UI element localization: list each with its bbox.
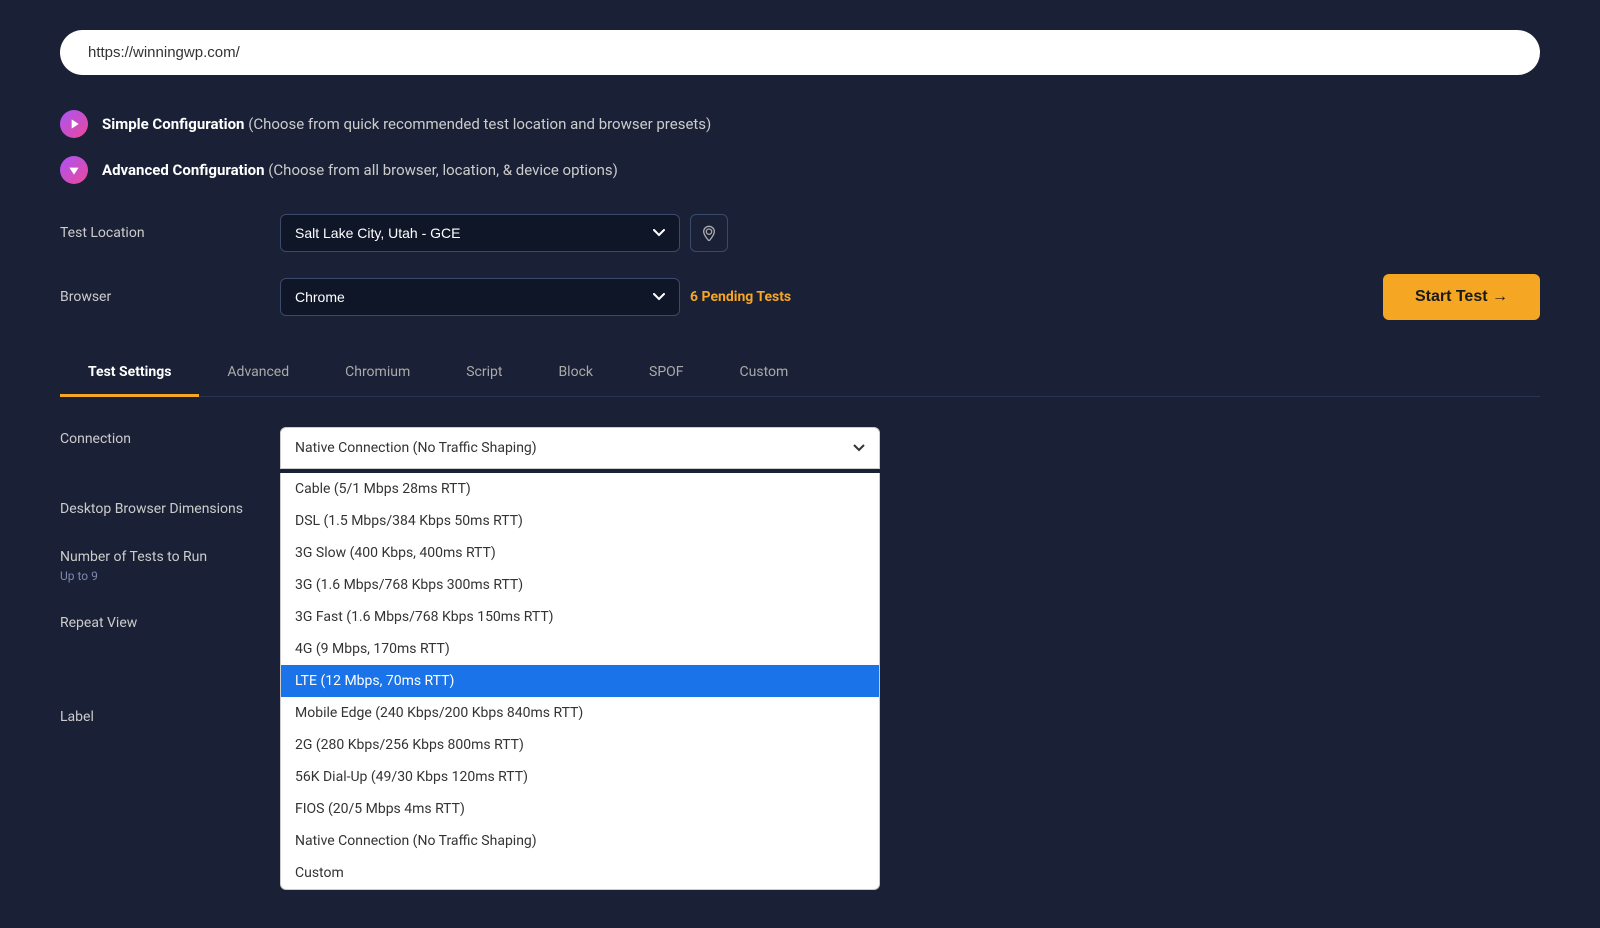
connection-label: Connection — [60, 427, 260, 447]
number-of-tests-label: Number of Tests to Run Up to 9 — [60, 545, 260, 583]
advanced-config-icon[interactable] — [60, 156, 88, 184]
connection-option-3g-slow[interactable]: 3G Slow (400 Kbps, 400ms RTT) — [281, 537, 879, 569]
advanced-config-desc: (Choose from all browser, location, & de… — [268, 161, 618, 179]
capture-video-label-spacer — [60, 659, 260, 663]
pending-tests-badge: 6 Pending Tests — [690, 289, 791, 305]
connection-option-cable[interactable]: Cable (5/1 Mbps 28ms RTT) — [281, 473, 879, 505]
connection-row: Connection Native Connection (No Traffic… — [60, 427, 1540, 469]
connection-dropdown-wrapper: Native Connection (No Traffic Shaping) C… — [280, 427, 880, 469]
tab-spof[interactable]: SPOF — [621, 350, 712, 397]
browser-row-right: Chrome 6 Pending Tests Start Test → — [280, 274, 1540, 320]
number-of-tests-title: Number of Tests to Run — [60, 549, 207, 565]
simple-config-label: Simple Configuration (Choose from quick … — [102, 115, 711, 133]
tab-block[interactable]: Block — [530, 350, 621, 397]
tabs: Test Settings Advanced Chromium Script B… — [60, 350, 1540, 396]
connection-option-3g[interactable]: 3G (1.6 Mbps/768 Kbps 300ms RTT) — [281, 569, 879, 601]
advanced-config-row: Advanced Configuration (Choose from all … — [60, 156, 1540, 184]
connection-option-3g-fast[interactable]: 3G Fast (1.6 Mbps/768 Kbps 150ms RTT) — [281, 601, 879, 633]
repeat-view-label: Repeat View — [60, 611, 260, 631]
connection-current-value: Native Connection (No Traffic Shaping) — [295, 440, 537, 456]
connection-option-native[interactable]: Native Connection (No Traffic Shaping) — [281, 825, 879, 857]
url-bar-container — [60, 30, 1540, 75]
test-location-control-group: Salt Lake City, Utah - GCE — [280, 214, 728, 252]
simple-config-icon[interactable] — [60, 110, 88, 138]
simple-config-title: Simple Configuration — [102, 115, 244, 133]
settings-content: Connection Native Connection (No Traffic… — [60, 397, 1540, 743]
start-test-button[interactable]: Start Test → — [1383, 274, 1540, 320]
test-location-select[interactable]: Salt Lake City, Utah - GCE — [280, 214, 680, 252]
advanced-config-label: Advanced Configuration (Choose from all … — [102, 161, 618, 179]
browser-label: Browser — [60, 289, 260, 305]
connection-option-4g[interactable]: 4G (9 Mbps, 170ms RTT) — [281, 633, 879, 665]
connection-option-2g[interactable]: 2G (280 Kbps/256 Kbps 800ms RTT) — [281, 729, 879, 761]
browser-select[interactable]: Chrome — [280, 278, 680, 316]
connection-option-56k[interactable]: 56K Dial-Up (49/30 Kbps 120ms RTT) — [281, 761, 879, 793]
connection-option-mobile-edge[interactable]: Mobile Edge (240 Kbps/200 Kbps 840ms RTT… — [281, 697, 879, 729]
advanced-config-title: Advanced Configuration — [102, 161, 265, 179]
tab-test-settings[interactable]: Test Settings — [60, 350, 199, 397]
connection-dropdown-list: Cable (5/1 Mbps 28ms RTT) DSL (1.5 Mbps/… — [280, 473, 880, 890]
simple-config-desc: (Choose from quick recommended test loca… — [248, 115, 711, 133]
connection-option-custom[interactable]: Custom — [281, 857, 879, 889]
connection-select-display[interactable]: Native Connection (No Traffic Shaping) — [280, 427, 880, 469]
location-icon-button[interactable] — [690, 214, 728, 252]
connection-option-dsl[interactable]: DSL (1.5 Mbps/384 Kbps 50ms RTT) — [281, 505, 879, 537]
desktop-browser-dimensions-label: Desktop Browser Dimensions — [60, 497, 260, 517]
tab-custom[interactable]: Custom — [712, 350, 817, 397]
test-location-label: Test Location — [60, 225, 260, 241]
connection-option-lte[interactable]: LTE (12 Mbps, 70ms RTT) — [281, 665, 879, 697]
number-of-tests-sublabel: Up to 9 — [60, 569, 260, 583]
form-section: Test Location Salt Lake City, Utah - GCE… — [60, 214, 1540, 320]
simple-config-row: Simple Configuration (Choose from quick … — [60, 110, 1540, 138]
tab-advanced[interactable]: Advanced — [199, 350, 317, 397]
tab-script[interactable]: Script — [438, 350, 530, 397]
connection-option-fios[interactable]: FIOS (20/5 Mbps 4ms RTT) — [281, 793, 879, 825]
browser-row: Browser Chrome 6 Pending Tests Start Tes… — [60, 274, 1540, 320]
label-field-label: Label — [60, 705, 260, 725]
tab-chromium[interactable]: Chromium — [317, 350, 438, 397]
tabs-container: Test Settings Advanced Chromium Script B… — [60, 350, 1540, 397]
test-location-row: Test Location Salt Lake City, Utah - GCE — [60, 214, 1540, 252]
url-input[interactable] — [60, 30, 1540, 75]
